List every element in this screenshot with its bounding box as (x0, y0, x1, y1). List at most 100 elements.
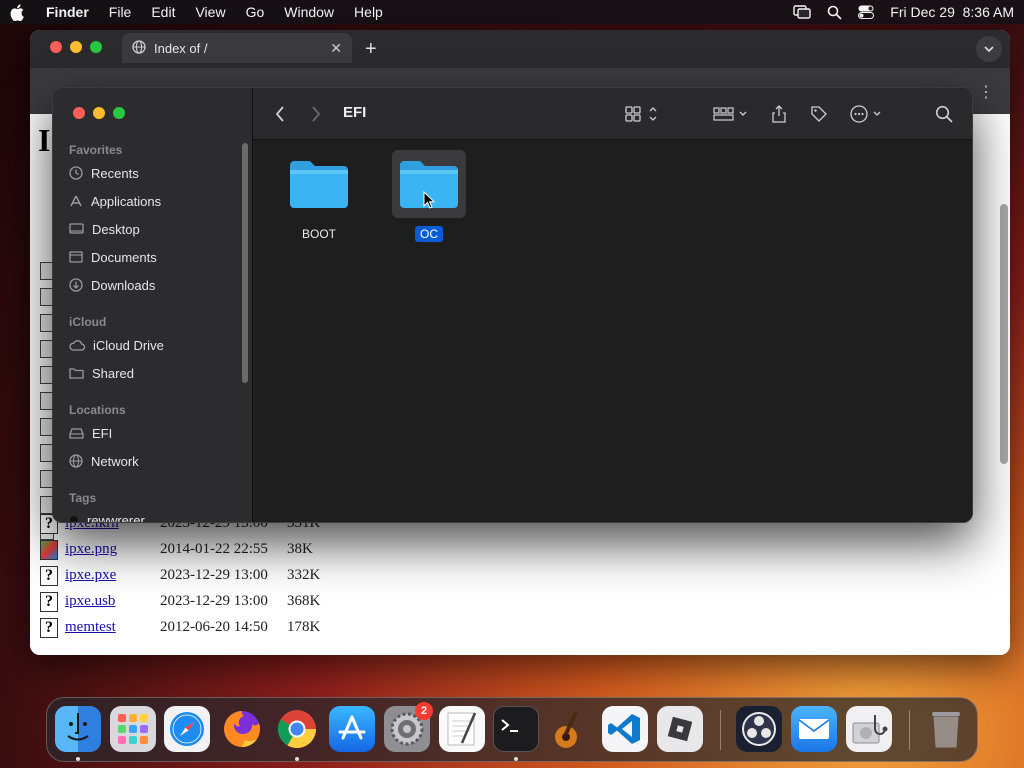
file-size: 178K (287, 619, 321, 635)
menu-window[interactable]: Window (284, 4, 334, 20)
safari-app-icon[interactable] (164, 706, 210, 752)
mail-app-icon[interactable] (791, 706, 837, 752)
sidebar-item-label: rewwrerer (87, 512, 145, 523)
textedit-app-icon[interactable] (439, 706, 485, 752)
shared-folder-icon (69, 368, 84, 379)
firefox-app-icon[interactable] (219, 706, 265, 752)
tab-search-chevron-icon[interactable] (976, 36, 1002, 62)
zoom-button[interactable] (113, 107, 125, 119)
sidebar-item-network[interactable]: Network (69, 449, 239, 473)
sidebar-item-downloads[interactable]: Downloads (69, 273, 239, 297)
file-size: 332K (287, 567, 321, 583)
sidebar-scrollbar[interactable] (242, 143, 248, 383)
new-tab-plus-icon[interactable]: + (365, 38, 377, 61)
menu-help[interactable]: Help (354, 4, 383, 20)
browser-tab[interactable]: Index of / ✕ (122, 33, 352, 63)
menu-app-name[interactable]: Finder (46, 4, 89, 20)
more-actions-icon[interactable] (850, 102, 886, 126)
menu-edit[interactable]: Edit (151, 4, 175, 20)
unknown-file-icon: ? (40, 592, 58, 612)
close-button[interactable] (50, 41, 62, 53)
trash-icon[interactable] (923, 706, 969, 752)
apple-icon[interactable] (10, 3, 28, 21)
sidebar-item-icloud-drive[interactable]: iCloud Drive (69, 333, 239, 357)
close-button[interactable] (73, 107, 85, 119)
share-icon[interactable] (771, 102, 787, 126)
vscode-app-icon[interactable] (602, 706, 648, 752)
browser-window-controls (50, 41, 102, 53)
menu-view[interactable]: View (195, 4, 225, 20)
finder-sidebar: Favorites Recents Applications Desktop D… (53, 88, 253, 523)
zoom-button[interactable] (90, 41, 102, 53)
file-link[interactable]: ipxe.usb (65, 593, 115, 610)
tag-dot-icon (70, 516, 78, 522)
running-indicator (76, 757, 80, 761)
menu-go[interactable]: Go (246, 4, 265, 20)
table-row: ? ipxe.pxe 2023-12-29 13:00 332K (40, 566, 340, 588)
file-date: 2023-12-29 13:00 (160, 567, 268, 583)
sidebar-item-desktop[interactable]: Desktop (69, 217, 239, 241)
sidebar-item-shared[interactable]: Shared (69, 361, 239, 385)
mouse-pointer-icon (423, 191, 435, 209)
sidebar-item-recents[interactable]: Recents (69, 161, 239, 185)
sidebar-item-documents[interactable]: Documents (69, 245, 239, 269)
chrome-app-icon[interactable] (274, 706, 320, 752)
file-size: 368K (287, 593, 321, 609)
spotlight-search-icon[interactable] (827, 5, 842, 20)
menu-file[interactable]: File (109, 4, 132, 20)
terminal-app-icon[interactable] (493, 706, 539, 752)
app-store-app-icon[interactable] (329, 706, 375, 752)
roblox-app-icon[interactable] (657, 706, 703, 752)
garageband-app-icon[interactable] (547, 706, 593, 752)
unknown-file-icon: ? (40, 618, 58, 638)
file-link[interactable]: ipxe.pxe (65, 567, 116, 584)
minimize-button[interactable] (70, 41, 82, 53)
menu-clock[interactable]: Fri Dec 29 8:36 AM (890, 4, 1014, 20)
page-scrollbar[interactable] (1000, 204, 1008, 464)
dock-separator (720, 710, 721, 750)
running-indicator (295, 757, 299, 761)
file-date: 2023-12-29 13:00 (160, 593, 268, 609)
forward-chevron-icon[interactable] (311, 102, 321, 126)
group-by-icon[interactable] (713, 102, 749, 126)
globe-icon (132, 39, 146, 57)
dock-separator (909, 710, 910, 750)
image-file-icon: ? (40, 540, 58, 560)
finder-window-controls (73, 107, 125, 119)
minimize-button[interactable] (93, 107, 105, 119)
finder-toolbar: EFI (253, 88, 972, 140)
obs-app-icon[interactable] (736, 706, 782, 752)
clock-icon (69, 166, 83, 180)
finder-window-title: EFI (343, 104, 367, 121)
page-heading: I (38, 122, 51, 158)
globe-icon (69, 454, 83, 468)
sidebar-item-applications[interactable]: Applications (69, 189, 239, 213)
back-chevron-icon[interactable] (275, 102, 285, 126)
folder-boot[interactable]: BOOT (279, 150, 359, 243)
launchpad-app-icon[interactable] (110, 706, 156, 752)
control-center-icon[interactable] (858, 5, 875, 19)
tag-icon[interactable] (810, 102, 828, 126)
close-tab-icon[interactable]: ✕ (330, 40, 342, 57)
cloud-icon (69, 339, 85, 351)
tab-title: Index of / (154, 40, 208, 56)
sidebar-item-efi[interactable]: EFI (69, 421, 239, 445)
folder-label: BOOT (301, 227, 336, 241)
more-menu-icon[interactable]: ⋮ (978, 82, 994, 102)
sidebar-section-icloud: iCloud (69, 315, 107, 329)
finder-app-icon[interactable] (55, 706, 101, 752)
sidebar-item-tag[interactable]: rewwrerer (69, 508, 239, 523)
screen-mirroring-icon[interactable] (793, 5, 811, 19)
sidebar-item-label: Shared (92, 365, 134, 381)
file-date: 2012-06-20 14:50 (160, 619, 268, 635)
file-link[interactable]: memtest (65, 619, 116, 636)
sidebar-item-label: iCloud Drive (93, 337, 164, 353)
folder-icon (282, 150, 356, 218)
table-row: ? memtest 2012-06-20 14:50 178K (40, 618, 340, 640)
search-icon[interactable] (935, 102, 953, 126)
disk-utility-app-icon[interactable] (846, 706, 892, 752)
sidebar-item-label: EFI (92, 425, 113, 441)
icon-view-grid-icon[interactable] (625, 102, 659, 126)
file-link[interactable]: ipxe.png (65, 541, 117, 558)
unknown-file-icon: ? (40, 566, 58, 586)
